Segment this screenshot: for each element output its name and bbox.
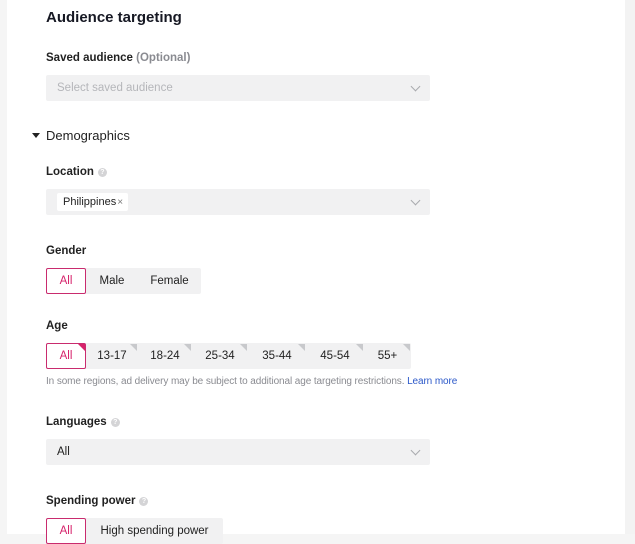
corner-marker-icon xyxy=(240,344,247,351)
corner-marker-icon xyxy=(403,344,410,351)
age-option-25-34[interactable]: 25-34 xyxy=(192,343,248,369)
demographics-toggle[interactable]: Demographics xyxy=(32,128,130,143)
age-option-18-24[interactable]: 18-24 xyxy=(138,343,192,369)
help-icon[interactable]: ? xyxy=(97,168,107,177)
saved-audience-label-text: Saved audience xyxy=(46,52,133,64)
age-option-label: 35-44 xyxy=(262,350,292,362)
remove-tag-icon[interactable]: × xyxy=(117,197,123,208)
corner-marker-icon xyxy=(298,344,305,351)
spending-power-label: Spending power? xyxy=(46,495,149,507)
chevron-down-icon xyxy=(410,445,421,456)
age-option-label: 13-17 xyxy=(97,350,127,362)
location-select[interactable]: Philippines× xyxy=(46,189,430,215)
age-option-55-plus[interactable]: 55+ xyxy=(364,343,411,369)
age-option-13-17[interactable]: 13-17 xyxy=(86,343,138,369)
help-icon[interactable]: ? xyxy=(139,497,149,506)
age-option-label: All xyxy=(59,350,73,362)
demographics-label: Demographics xyxy=(46,128,130,143)
optional-label: (Optional) xyxy=(136,52,191,64)
gender-option-all[interactable]: All xyxy=(46,268,86,294)
location-tag: Philippines× xyxy=(57,193,129,211)
languages-value: All xyxy=(57,446,70,458)
languages-label: Languages? xyxy=(46,416,120,428)
languages-label-text: Languages xyxy=(46,416,107,428)
spending-power-segmented-control: All High spending power xyxy=(46,518,223,544)
saved-audience-placeholder: Select saved audience xyxy=(57,82,173,94)
location-tag-label: Philippines xyxy=(63,196,117,208)
spending-option-high[interactable]: High spending power xyxy=(86,518,223,544)
saved-audience-select[interactable]: Select saved audience xyxy=(46,75,430,101)
gender-option-male[interactable]: Male xyxy=(86,268,138,294)
age-option-35-44[interactable]: 35-44 xyxy=(248,343,306,369)
caret-down-icon xyxy=(32,133,40,138)
age-option-label: 45-54 xyxy=(320,350,350,362)
spending-power-label-text: Spending power xyxy=(46,495,136,507)
age-option-label: 18-24 xyxy=(150,350,180,362)
age-hint: In some regions, ad delivery may be subj… xyxy=(46,376,457,387)
chevron-down-icon xyxy=(410,195,421,206)
gender-option-female[interactable]: Female xyxy=(138,268,201,294)
corner-marker-icon xyxy=(356,344,363,351)
location-label-text: Location xyxy=(46,166,94,178)
age-hint-text: In some regions, ad delivery may be subj… xyxy=(46,376,405,387)
gender-label: Gender xyxy=(46,245,87,257)
age-segmented-control: All 13-17 18-24 25-34 35-44 45-54 55+ xyxy=(46,343,411,369)
languages-select[interactable]: All xyxy=(46,439,430,465)
saved-audience-label: Saved audience (Optional) xyxy=(46,52,190,64)
corner-marker-icon xyxy=(130,344,137,351)
learn-more-link[interactable]: Learn more xyxy=(407,376,457,387)
gender-segmented-control: All Male Female xyxy=(46,268,201,294)
age-label: Age xyxy=(46,320,68,332)
location-label: Location? xyxy=(46,166,107,178)
section-title: Audience targeting xyxy=(46,9,182,26)
age-option-label: 55+ xyxy=(377,350,398,362)
spending-option-all[interactable]: All xyxy=(46,518,86,544)
age-option-45-54[interactable]: 45-54 xyxy=(306,343,364,369)
scrollbar-track[interactable] xyxy=(625,0,635,534)
corner-marker-icon xyxy=(78,344,85,351)
age-option-label: 25-34 xyxy=(205,350,235,362)
help-icon[interactable]: ? xyxy=(110,418,120,427)
chevron-down-icon xyxy=(410,81,421,92)
age-option-all[interactable]: All xyxy=(46,343,86,369)
corner-marker-icon xyxy=(184,344,191,351)
